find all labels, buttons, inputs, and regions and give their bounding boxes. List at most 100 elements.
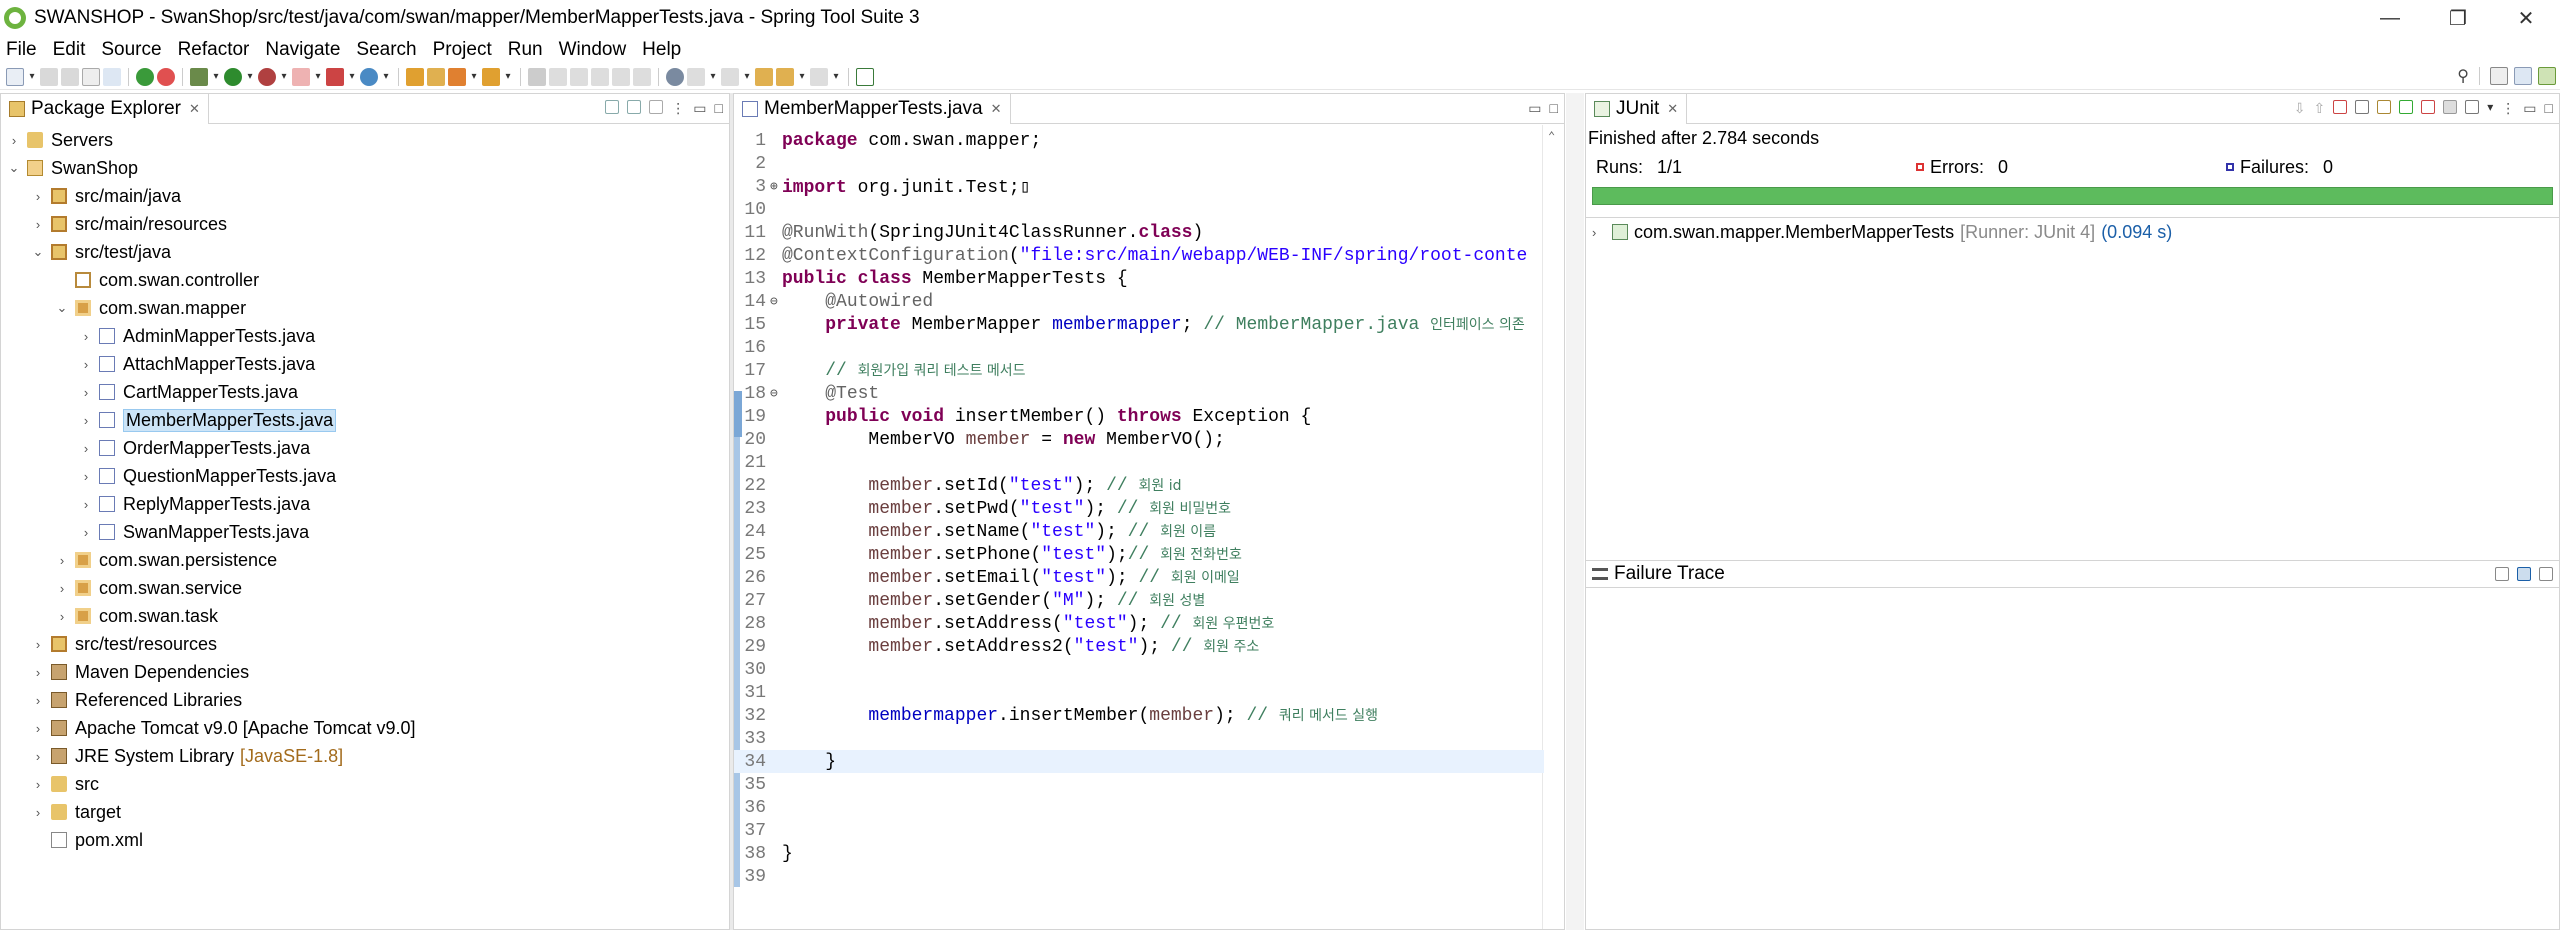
tree-item[interactable]: › target	[1, 798, 729, 826]
code-line[interactable]: 34 }	[734, 750, 1544, 773]
forward-dropdown-icon[interactable]: ▾	[831, 68, 841, 86]
code-line[interactable]: 38}	[734, 842, 1544, 865]
new-package-icon[interactable]	[427, 67, 445, 86]
maximize-view-icon[interactable]: □	[715, 100, 723, 117]
code-line[interactable]: 15 private MemberMapper membermapper; //…	[734, 313, 1544, 336]
menu-file[interactable]: File	[6, 39, 37, 61]
tree-item[interactable]: ⌄ SwanShop	[1, 154, 729, 182]
code-line[interactable]: 17 // 회원가입 쿼리 테스트 메서드	[734, 359, 1544, 382]
toggle-highlight-icon[interactable]	[549, 67, 567, 86]
tree-item[interactable]: › MemberMapperTests.java	[1, 406, 729, 434]
expand-icon[interactable]: ›	[55, 553, 69, 568]
expand-icon[interactable]: ›	[31, 749, 45, 764]
tree-item[interactable]: › com.swan.service	[1, 574, 729, 602]
test-result-row[interactable]: › com.swan.mapper.MemberMapperTests [Run…	[1586, 218, 2559, 246]
fold-toggle-icon[interactable]: ⊖	[770, 294, 780, 309]
code-line[interactable]: 32 membermapper.insertMember(member); //…	[734, 704, 1544, 727]
rerun-failed-first-icon[interactable]	[2421, 100, 2436, 114]
mark-occurrences-icon[interactable]	[528, 67, 546, 86]
expand-icon[interactable]: ›	[79, 469, 93, 484]
close-icon[interactable]: ✕	[991, 101, 1002, 117]
code-line[interactable]: 2	[734, 152, 1544, 175]
new-class-dropdown-icon[interactable]: ▾	[469, 68, 479, 86]
code-line[interactable]: 20 MemberVO member = new MemberVO();	[734, 428, 1544, 451]
code-line[interactable]: 31	[734, 681, 1544, 704]
tree-item[interactable]: › Referenced Libraries	[1, 686, 729, 714]
next-annotation-icon[interactable]	[687, 67, 705, 86]
splitter[interactable]	[1566, 93, 1584, 930]
menu-project[interactable]: Project	[433, 39, 492, 61]
save-all-icon[interactable]	[61, 67, 79, 86]
restore-button[interactable]: ❐	[2424, 0, 2492, 36]
java-perspective-icon[interactable]	[2514, 67, 2532, 85]
code-line[interactable]: 24 member.setName("test"); // 회원 이름	[734, 520, 1544, 543]
code-line[interactable]: 14 ⊖ @Autowired	[734, 290, 1544, 313]
next-failure-icon[interactable]: ⇩	[2294, 100, 2306, 117]
open-folder-dropdown-icon[interactable]: ▾	[503, 68, 513, 86]
run-icon[interactable]	[224, 67, 242, 86]
previous-annotation-icon[interactable]	[721, 67, 739, 86]
pin-editor-icon[interactable]	[856, 67, 874, 86]
tree-item[interactable]: com.swan.controller	[1, 266, 729, 294]
tree-item[interactable]: ⌄ com.swan.mapper	[1, 294, 729, 322]
close-icon[interactable]: ✕	[189, 101, 200, 117]
tree-item[interactable]: › ReplyMapperTests.java	[1, 490, 729, 518]
external-tools-dropdown-icon[interactable]: ▾	[347, 68, 357, 86]
tab-junit[interactable]: JUnit ✕	[1586, 93, 1688, 124]
tree-item[interactable]: › com.swan.task	[1, 602, 729, 630]
minimize-button[interactable]: —	[2356, 0, 2424, 36]
tab-membermappertests-java[interactable]: MemberMapperTests.java ✕	[734, 93, 1011, 124]
expand-icon[interactable]: ›	[31, 805, 45, 820]
expand-icon[interactable]: ›	[79, 525, 93, 540]
code-line[interactable]: 12 @ContextConfiguration("file:src/main/w…	[734, 244, 1544, 267]
expand-icon[interactable]: ›	[1592, 225, 1606, 240]
collapse-all-icon[interactable]	[605, 100, 620, 114]
code-line[interactable]: 39	[734, 865, 1544, 888]
search-icon[interactable]: ⚲	[2457, 66, 2469, 86]
expand-icon[interactable]: ›	[31, 189, 45, 204]
collapse-icon[interactable]: ⌄	[31, 244, 45, 260]
menu-navigate[interactable]: Navigate	[265, 39, 340, 61]
code-line[interactable]: 13 public class MemberMapperTests {	[734, 267, 1544, 290]
new-dropdown-icon[interactable]: ▾	[27, 68, 37, 86]
tree-item[interactable]: › JRE System Library [JavaSE-1.8]	[1, 742, 729, 770]
close-button[interactable]: ✕	[2492, 0, 2560, 36]
tab-package-explorer[interactable]: Package Explorer ✕	[1, 93, 209, 124]
run-dropdown-icon[interactable]: ▾	[245, 68, 255, 86]
tree-item[interactable]: › AttachMapperTests.java	[1, 350, 729, 378]
coverage-dropdown-icon[interactable]: ▾	[279, 68, 289, 86]
code-line[interactable]: 16	[734, 336, 1544, 359]
close-icon[interactable]: ✕	[1667, 101, 1678, 117]
minimize-view-icon[interactable]: ▭	[693, 100, 706, 117]
tree-item[interactable]: › AdminMapperTests.java	[1, 322, 729, 350]
external-tools-icon[interactable]	[326, 67, 344, 86]
spring-boot-icon[interactable]	[136, 67, 154, 86]
menu-source[interactable]: Source	[101, 39, 161, 61]
stop-run-icon[interactable]	[2443, 100, 2458, 114]
menu-window[interactable]: Window	[559, 39, 627, 61]
tree-item[interactable]: › Maven Dependencies	[1, 658, 729, 686]
compare-result-icon[interactable]	[2495, 567, 2509, 581]
fold-toggle-icon[interactable]: ⊕	[770, 179, 780, 194]
code-line[interactable]: 30	[734, 658, 1544, 681]
expand-icon[interactable]: ›	[79, 497, 93, 512]
tree-item[interactable]: › src/main/java	[1, 182, 729, 210]
word-wrap-icon[interactable]	[591, 67, 609, 86]
expand-icon[interactable]: ›	[31, 721, 45, 736]
server-icon[interactable]	[360, 67, 378, 86]
collapse-icon[interactable]: ⌄	[7, 160, 21, 176]
code-line[interactable]: 1 package com.swan.mapper;	[734, 129, 1544, 152]
tree-item[interactable]: › SwanMapperTests.java	[1, 518, 729, 546]
pilcrow-icon[interactable]	[633, 67, 651, 86]
expand-icon[interactable]: ›	[31, 217, 45, 232]
copy-trace-icon[interactable]	[2539, 567, 2553, 581]
forward-icon[interactable]	[810, 67, 828, 86]
code-line[interactable]: 18 ⊖ @Test	[734, 382, 1544, 405]
code-line[interactable]: 21	[734, 451, 1544, 474]
code-line[interactable]: 3 ⊕ import org.junit.Test;▯	[734, 175, 1544, 198]
test-run-history-icon[interactable]	[2465, 100, 2480, 114]
open-folder-icon[interactable]	[482, 67, 500, 86]
code-line[interactable]: 37	[734, 819, 1544, 842]
menu-help[interactable]: Help	[642, 39, 681, 61]
collapse-icon[interactable]: ⌄	[55, 300, 69, 316]
